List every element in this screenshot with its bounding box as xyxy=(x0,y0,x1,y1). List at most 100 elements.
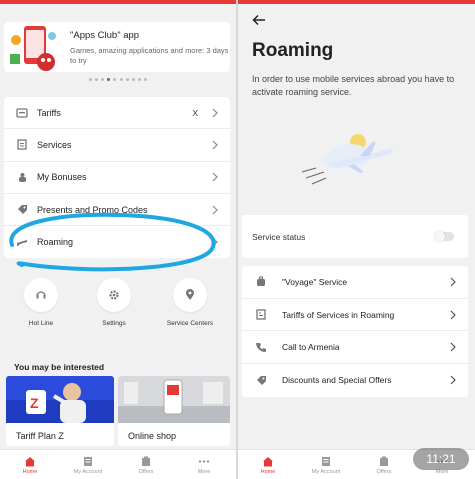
tab-label: Offers xyxy=(376,468,392,475)
card-tariff-plan-z[interactable]: Z Tariff Plan Z xyxy=(6,376,114,446)
suitcase-icon xyxy=(255,276,267,288)
menu-item-label: Presents and Promo Codes xyxy=(37,204,148,215)
menu-item-label: Services xyxy=(37,139,72,150)
document-icon xyxy=(16,139,28,151)
chevron-right-icon xyxy=(212,108,218,118)
price-list-icon xyxy=(255,309,267,321)
menu-item-call-armenia[interactable]: Call to Armenia xyxy=(242,331,468,365)
menu-item-roaming-tariffs[interactable]: Tariffs of Services in Roaming xyxy=(242,299,468,332)
svg-text:Z: Z xyxy=(30,395,39,411)
chevron-right-icon xyxy=(212,172,218,182)
tab-my-account[interactable]: My Account xyxy=(296,450,356,479)
menu-item-tariffs[interactable]: Tariffs X xyxy=(4,97,230,130)
menu-item-presents[interactable]: Presents and Promo Codes xyxy=(4,194,230,227)
settings-button[interactable] xyxy=(97,278,131,312)
carousel-dot[interactable] xyxy=(113,78,117,81)
tab-my-account[interactable]: My Account xyxy=(58,450,118,479)
tab-home[interactable]: Home xyxy=(238,450,298,479)
menu-item-label: Discounts and Special Offers xyxy=(282,375,392,386)
carousel-dot[interactable] xyxy=(107,78,111,81)
carousel-dot[interactable] xyxy=(88,78,92,81)
page-description: In order to use mobile services abroad y… xyxy=(252,74,455,97)
carousel-dot[interactable] xyxy=(101,78,105,81)
toggle-knob xyxy=(434,231,445,242)
tab-label: More xyxy=(197,468,211,475)
piggy-bank-icon xyxy=(16,171,28,183)
carousel-dot[interactable] xyxy=(144,78,148,81)
chevron-right-icon xyxy=(212,140,218,150)
service-centers-button[interactable] xyxy=(173,278,207,312)
chevron-right-icon xyxy=(450,375,456,385)
menu-item-services[interactable]: Services xyxy=(4,129,230,162)
menu-item-roaming[interactable]: Roaming xyxy=(4,226,230,258)
card-label: Tariff Plan Z xyxy=(16,431,64,441)
tab-offers[interactable]: Offers xyxy=(354,450,414,479)
tab-label: My Account xyxy=(311,468,341,475)
promo-banner[interactable]: "Apps Club" app Games, amazing applicati… xyxy=(4,22,230,72)
main-menu: Tariffs X Services My Bonuses Presents a… xyxy=(4,97,230,259)
tab-home[interactable]: Home xyxy=(0,450,60,479)
menu-item-label: Roaming xyxy=(37,237,74,248)
home-screen: "Apps Club" app Games, amazing applicati… xyxy=(0,0,236,479)
chevron-right-icon xyxy=(212,237,218,247)
tab-label: My Account xyxy=(73,468,103,475)
menu-item-bonuses[interactable]: My Bonuses xyxy=(4,162,230,194)
tag-icon xyxy=(16,204,28,216)
home-icon xyxy=(25,456,35,466)
tariff-badge: X xyxy=(192,107,198,118)
carousel-dot[interactable] xyxy=(131,78,135,81)
carousel-dots[interactable] xyxy=(0,78,236,81)
tag-icon xyxy=(255,374,267,386)
tab-label: Home xyxy=(22,468,38,475)
more-dots-icon xyxy=(198,459,210,463)
apps-club-image xyxy=(6,24,62,72)
menu-item-label: Tariffs xyxy=(37,107,61,118)
menu-item-label: Tariffs of Services in Roaming xyxy=(282,309,395,320)
status-bar-accent xyxy=(0,0,236,4)
airplane-icon xyxy=(16,236,28,248)
card-online-shop[interactable]: Online shop xyxy=(118,376,230,446)
sim-card-icon xyxy=(16,107,28,119)
menu-item-voyage-service[interactable]: "Voyage" Service xyxy=(242,266,468,299)
home-icon xyxy=(263,456,273,466)
carousel-dot[interactable] xyxy=(138,78,142,81)
menu-item-label: My Bonuses xyxy=(37,172,87,183)
tab-label: Home xyxy=(260,468,276,475)
page-title: Roaming xyxy=(252,40,334,61)
service-status-card: Service status xyxy=(242,215,468,258)
clock-overlay: 11:21 xyxy=(413,448,469,470)
online-shop-image xyxy=(118,376,230,423)
hotline-button[interactable] xyxy=(24,278,58,312)
back-arrow-icon[interactable] xyxy=(252,14,266,26)
tab-label: Offers xyxy=(138,468,154,475)
roaming-toggle[interactable] xyxy=(434,231,454,242)
menu-item-discounts[interactable]: Discounts and Special Offers xyxy=(242,364,468,397)
headset-icon xyxy=(36,291,46,299)
chevron-right-icon xyxy=(450,310,456,319)
carousel-dot[interactable] xyxy=(125,78,129,81)
phone-icon xyxy=(255,341,267,353)
location-pin-icon xyxy=(186,289,194,300)
roaming-menu: "Voyage" Service Tariffs of Services in … xyxy=(242,266,468,397)
carousel-dot[interactable] xyxy=(94,78,98,81)
account-icon xyxy=(84,456,92,466)
tab-more[interactable]: More xyxy=(174,450,234,479)
promo-title: "Apps Club" app xyxy=(70,30,140,41)
service-status-label: Service status xyxy=(252,232,306,242)
promo-description: Games, amazing applications and more: 3 … xyxy=(70,46,229,65)
status-bar-accent xyxy=(238,0,475,4)
interest-heading: You may be interested xyxy=(14,362,105,372)
roaming-screen: Roaming In order to use mobile services … xyxy=(238,0,475,479)
chevron-right-icon xyxy=(450,342,456,352)
account-icon xyxy=(322,456,330,466)
carousel-dot[interactable] xyxy=(119,78,123,81)
plane-cloud-illustration xyxy=(301,134,394,185)
gear-icon xyxy=(109,290,119,300)
chevron-right-icon xyxy=(212,205,218,214)
chevron-right-icon xyxy=(450,277,456,287)
hotline-label: Hot Line xyxy=(28,320,54,327)
settings-label: Settings xyxy=(102,320,126,327)
tab-offers[interactable]: Offers xyxy=(116,450,176,479)
offers-icon xyxy=(142,456,150,466)
menu-item-label: Call to Armenia xyxy=(282,342,340,353)
